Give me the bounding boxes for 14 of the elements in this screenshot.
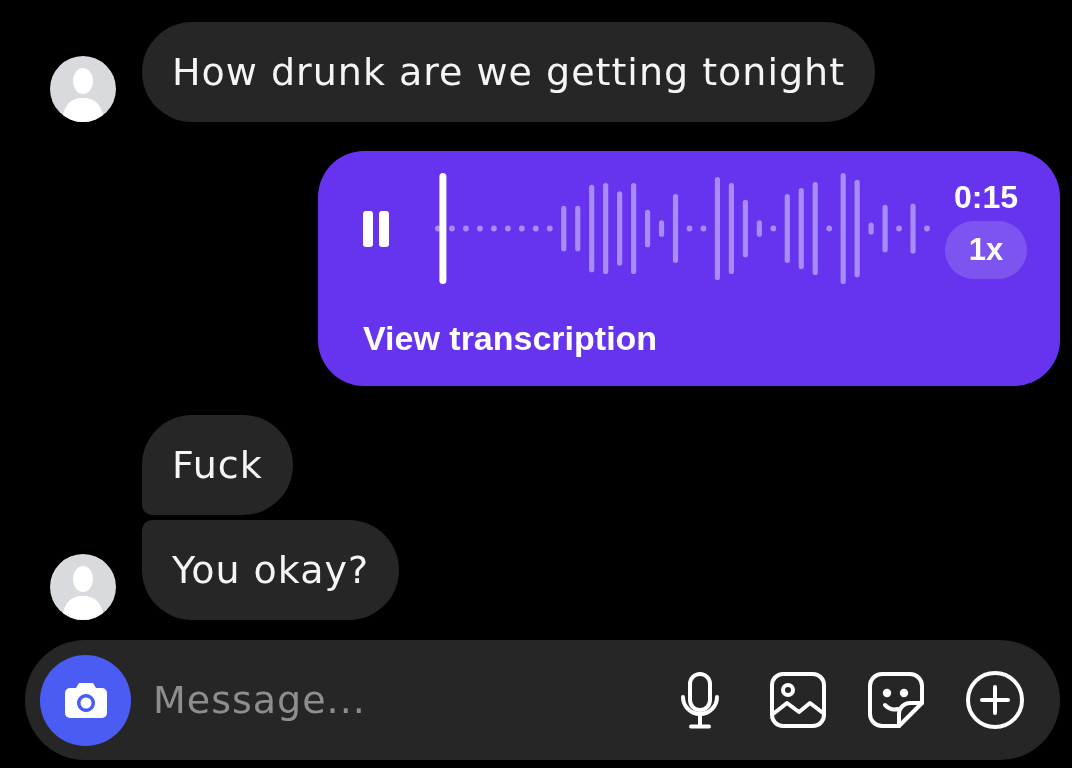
duration-label: 0:15 [953, 178, 1018, 215]
pause-icon[interactable] [363, 210, 389, 247]
add-icon[interactable] [965, 670, 1025, 730]
sticker-icon[interactable] [868, 672, 924, 728]
message-bubble: Fuck [142, 415, 293, 515]
camera-icon [63, 681, 108, 719]
image-icon[interactable] [770, 672, 826, 728]
message-bubble: How drunk are we getting tonight [142, 22, 876, 122]
playback-speed-button[interactable]: 1x [945, 220, 1027, 279]
microphone-icon[interactable] [680, 671, 720, 729]
message-bubble: You okay? [142, 520, 400, 620]
view-transcription-link[interactable]: View transcription [363, 318, 658, 358]
message-input[interactable]: Message... [153, 672, 660, 728]
playhead[interactable] [439, 173, 447, 284]
